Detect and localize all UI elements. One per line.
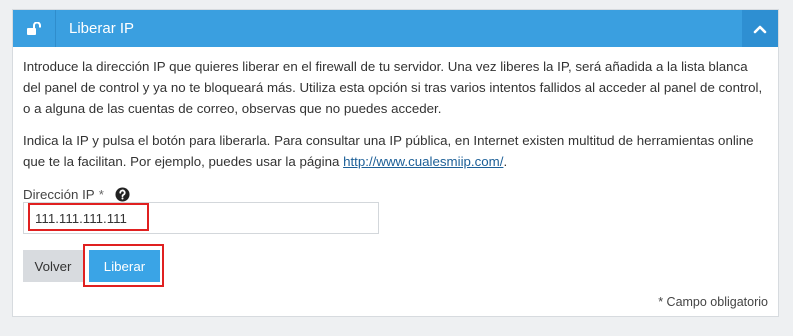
required-asterisk: *: [98, 187, 104, 202]
unlock-icon: [13, 10, 56, 47]
chevron-up-icon: [753, 25, 767, 33]
panel-title: Liberar IP: [69, 20, 135, 37]
panel-header: Liberar IP: [13, 10, 778, 47]
ip-address-input[interactable]: [23, 202, 379, 234]
cualesmiip-link[interactable]: http://www.cualesmiip.com/: [343, 154, 503, 169]
required-field-note: * Campo obligatorio: [658, 295, 768, 309]
release-ip-panel: Liberar IP Introduce la dirección IP que…: [12, 9, 779, 317]
question-circle-icon[interactable]: [115, 187, 130, 202]
back-button[interactable]: Volver: [23, 250, 83, 282]
instructions-text: Indica la IP y pulsa el botón para liber…: [23, 130, 768, 172]
intro-text: Introduce la dirección IP que quieres li…: [23, 59, 763, 116]
panel-body: Introduce la dirección IP que quieres li…: [23, 56, 768, 172]
ip-field-label: Dirección IP *: [23, 187, 130, 202]
instructions-text-end: .: [503, 154, 508, 169]
release-button[interactable]: Liberar: [89, 250, 160, 282]
collapse-button[interactable]: [742, 10, 778, 47]
ip-label-text: Dirección IP: [23, 187, 95, 202]
